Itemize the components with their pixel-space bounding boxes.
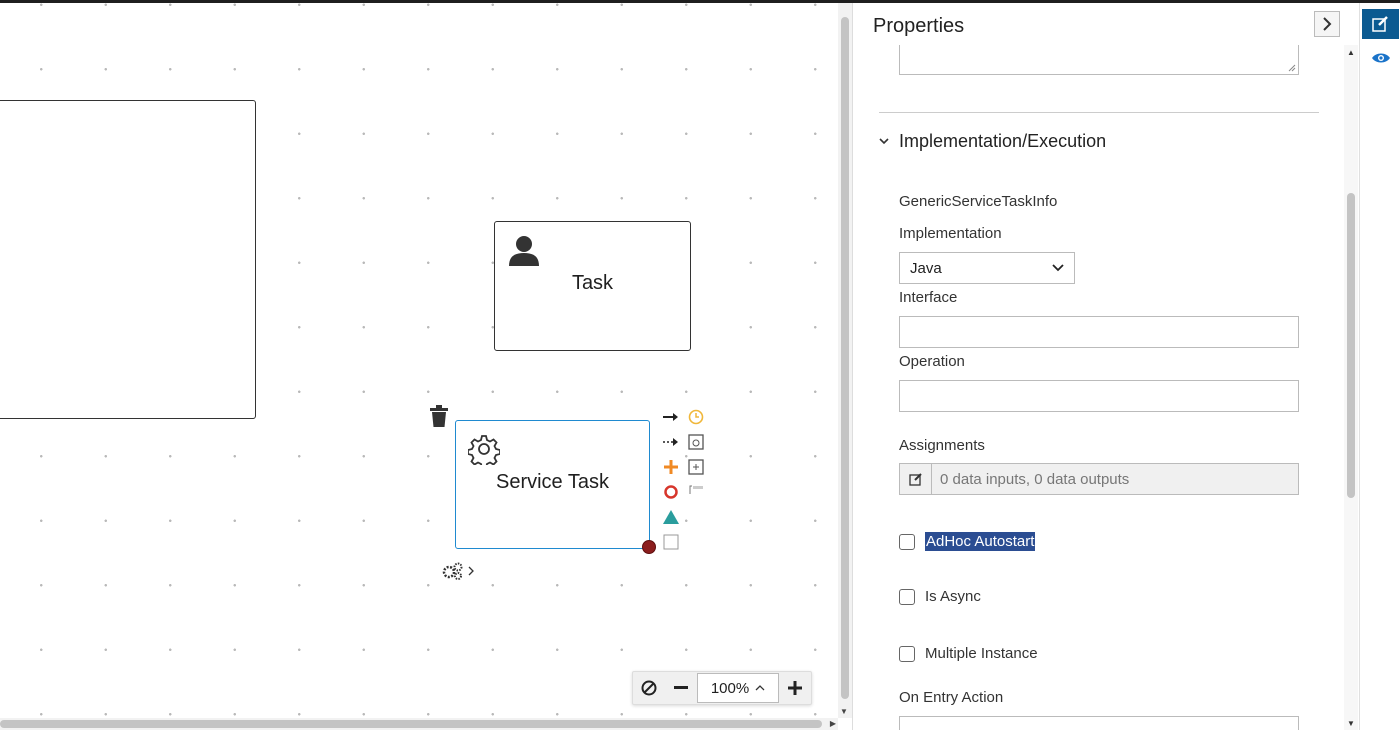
- ban-icon: [641, 680, 657, 696]
- is-async-row[interactable]: Is Async: [899, 588, 981, 605]
- properties-panel: Properties Implementation/Execution Gene…: [852, 3, 1358, 730]
- interface-label: Interface: [899, 289, 958, 306]
- chevron-right-icon: [1323, 17, 1332, 31]
- implementation-value: Java: [910, 259, 942, 277]
- chevron-up-icon: [755, 685, 765, 691]
- chevron-down-icon: [1052, 264, 1064, 272]
- is-async-label: Is Async: [925, 588, 981, 605]
- subprocess-icon[interactable]: [686, 432, 706, 452]
- service-task-label: Service Task: [495, 471, 609, 493]
- documentation-textarea[interactable]: [899, 45, 1299, 75]
- morph-gears-icon[interactable]: [440, 560, 480, 582]
- multiple-instance-row[interactable]: Multiple Instance: [899, 645, 1038, 662]
- is-async-checkbox[interactable]: [899, 588, 915, 605]
- properties-scroll-thumb[interactable]: [1347, 193, 1355, 498]
- task-shape-icon[interactable]: [661, 532, 681, 552]
- zoom-in-button[interactable]: [779, 671, 811, 705]
- assignments-summary: 0 data inputs, 0 data outputs: [940, 470, 1130, 488]
- adhoc-autostart-checkbox[interactable]: [899, 533, 915, 550]
- adhoc-autostart-label: AdHoc Autostart: [925, 532, 1036, 551]
- on-entry-action-label: On Entry Action: [899, 689, 1004, 706]
- scroll-down-arrow-icon[interactable]: ▼: [840, 707, 848, 716]
- edit-icon: [908, 473, 922, 486]
- implementation-section-header[interactable]: Implementation/Execution: [879, 131, 1106, 152]
- section-title: Implementation/Execution: [899, 131, 1107, 151]
- preview-toggle-button[interactable]: [1362, 43, 1399, 73]
- implementation-select[interactable]: Java: [899, 252, 1075, 284]
- scroll-right-arrow-icon[interactable]: ▶: [830, 719, 836, 728]
- diagram-canvas[interactable]: Task Service Task 100%: [0, 3, 838, 718]
- generic-info-label: GenericServiceTaskInfo: [899, 193, 1058, 210]
- assignments-field: 0 data inputs, 0 data outputs: [899, 463, 1299, 495]
- timer-icon[interactable]: [686, 407, 706, 427]
- operation-label: Operation: [899, 353, 965, 370]
- scroll-up-arrow-icon[interactable]: ▲: [1347, 48, 1355, 57]
- task-label: Task: [571, 272, 614, 294]
- reset-zoom-button[interactable]: [633, 671, 665, 705]
- canvas-horizontal-thumb[interactable]: [0, 720, 822, 728]
- chevron-down-icon: [879, 138, 889, 145]
- zoom-value: 100%: [710, 679, 750, 697]
- canvas-horizontal-scrollbar[interactable]: ▶: [0, 718, 838, 730]
- end-event-icon[interactable]: [661, 482, 681, 502]
- properties-toggle-button[interactable]: [1362, 9, 1399, 39]
- plus-icon: [788, 681, 802, 695]
- properties-scrollbar[interactable]: ▲ ▼: [1344, 45, 1358, 730]
- intermediate-event-icon[interactable]: [661, 507, 681, 527]
- gear-icon: [468, 435, 500, 465]
- gateway-add-icon[interactable]: [661, 457, 681, 477]
- scroll-down-arrow-icon[interactable]: ▼: [1347, 719, 1355, 728]
- section-divider: [879, 112, 1319, 113]
- user-task-node[interactable]: Task: [494, 221, 691, 351]
- edit-assignments-button[interactable]: [900, 464, 932, 494]
- zoom-out-button[interactable]: [665, 671, 697, 705]
- multiple-instance-label: Multiple Instance: [925, 645, 1038, 662]
- adhoc-autostart-row[interactable]: AdHoc Autostart: [899, 532, 1036, 551]
- zoom-controls: 100%: [632, 671, 812, 705]
- trash-icon[interactable]: [428, 405, 450, 429]
- canvas-vertical-thumb[interactable]: [841, 17, 849, 699]
- minus-icon: [674, 686, 688, 689]
- operation-input[interactable]: [899, 380, 1299, 412]
- message-flow-icon[interactable]: [661, 432, 681, 452]
- on-entry-action-input[interactable]: [899, 716, 1299, 730]
- connector-handle[interactable]: [642, 540, 656, 554]
- panel-title: Properties: [873, 15, 965, 37]
- interface-input[interactable]: [899, 316, 1299, 348]
- subprocess-node[interactable]: [0, 100, 256, 419]
- sequence-flow-icon[interactable]: [661, 407, 681, 427]
- multiple-instance-checkbox[interactable]: [899, 645, 915, 662]
- side-toolbar: [1359, 3, 1400, 730]
- service-task-node[interactable]: Service Task: [455, 420, 650, 549]
- canvas-vertical-scrollbar[interactable]: ▼: [838, 3, 852, 718]
- user-icon: [509, 236, 539, 266]
- embedded-subprocess-icon[interactable]: [686, 457, 706, 477]
- collapse-panel-button[interactable]: [1314, 11, 1340, 37]
- zoom-level-select[interactable]: 100%: [697, 673, 779, 703]
- resize-handle-icon[interactable]: [1288, 64, 1296, 72]
- edit-icon: [1371, 16, 1388, 32]
- implementation-label: Implementation: [899, 225, 1002, 242]
- text-annotation-icon[interactable]: [686, 482, 706, 502]
- assignments-label: Assignments: [899, 437, 985, 454]
- eye-icon: [1371, 53, 1390, 63]
